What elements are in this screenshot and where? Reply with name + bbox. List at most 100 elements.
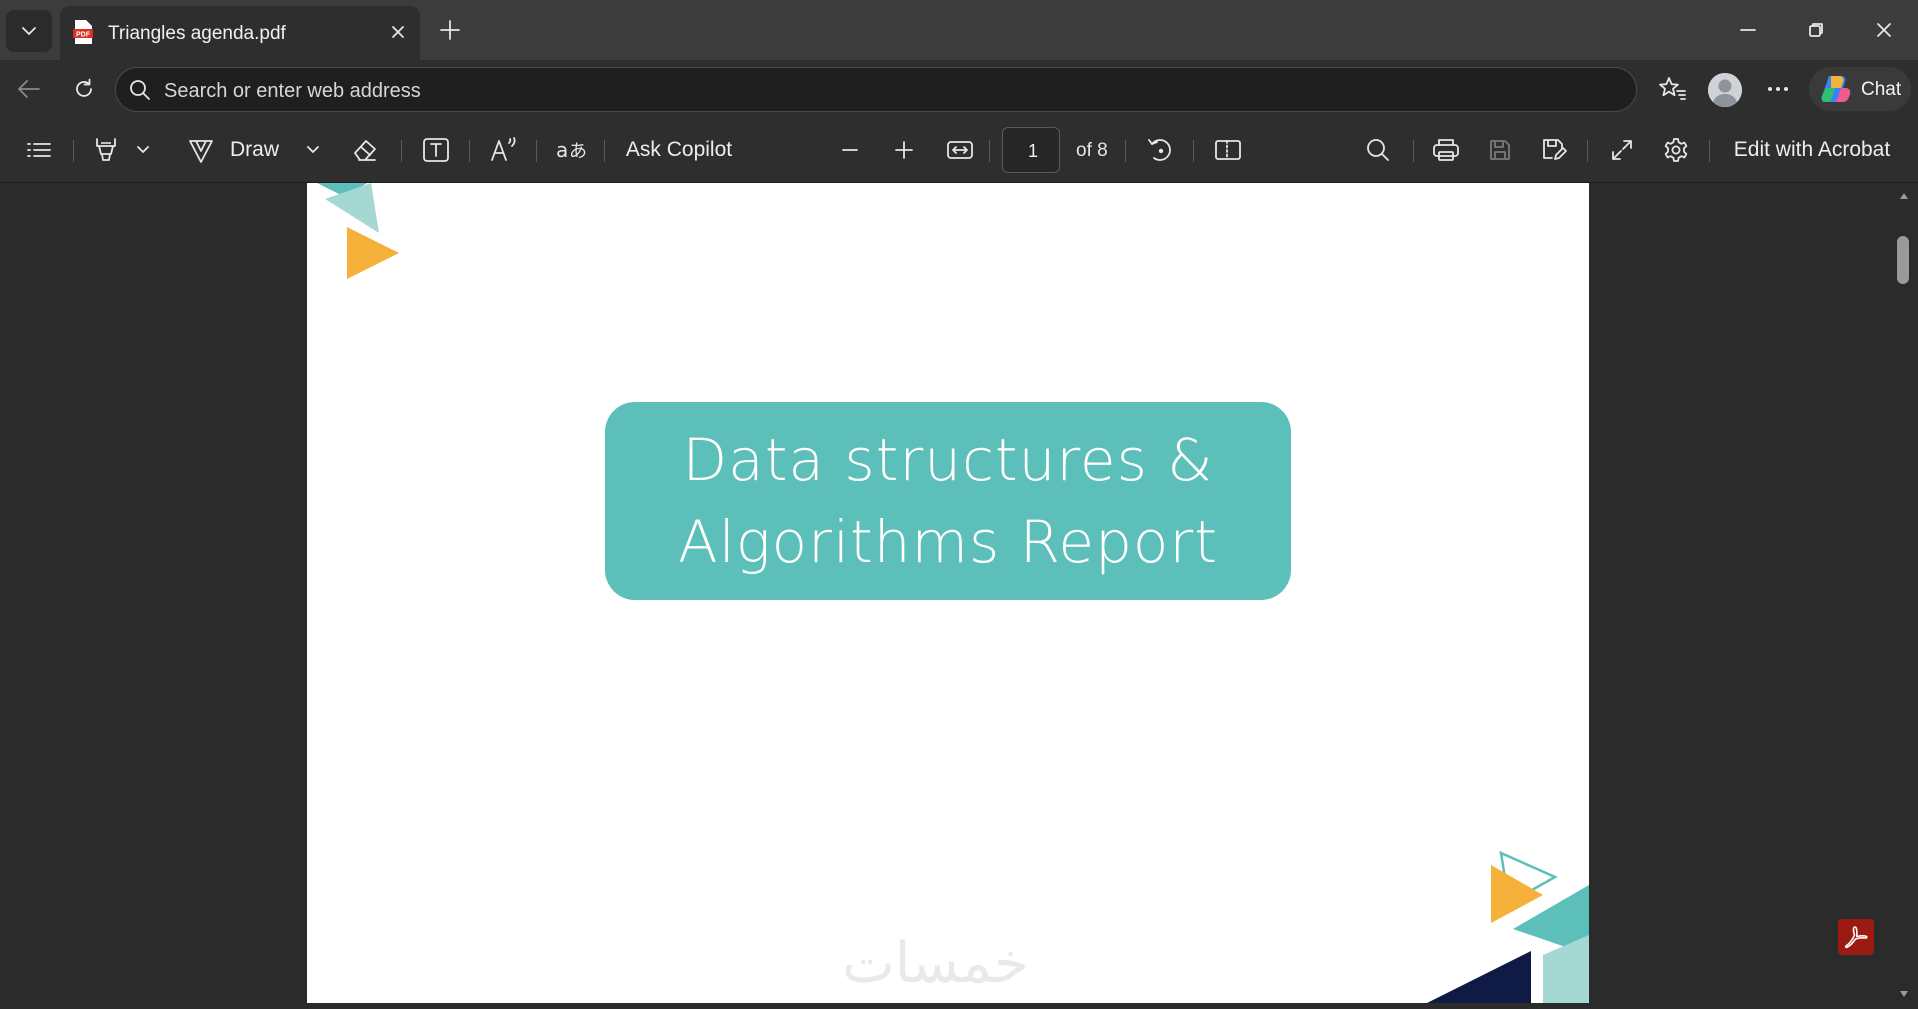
settings-more-button[interactable] <box>1758 71 1798 107</box>
full-screen-button[interactable] <box>1602 131 1642 169</box>
save-disk-icon <box>1490 140 1510 160</box>
zoom-out-button[interactable] <box>830 131 870 169</box>
svg-text:a: a <box>556 138 568 162</box>
highlighter-icon <box>96 138 116 161</box>
chevron-down-icon <box>22 27 36 35</box>
search-icon <box>128 78 152 102</box>
new-tab-button[interactable] <box>432 12 468 48</box>
chat-label: Chat <box>1861 79 1902 100</box>
toolbar-separator <box>1125 140 1126 162</box>
highlight-options-button[interactable] <box>128 131 158 169</box>
back-button[interactable] <box>9 71 49 107</box>
page-view-icon <box>1215 140 1241 160</box>
eraser-icon <box>354 140 376 161</box>
table-of-contents-icon <box>27 143 51 157</box>
draw-options-button[interactable] <box>298 131 328 169</box>
tab-title: Triangles agenda.pdf <box>108 23 286 44</box>
minimize-button[interactable] <box>1714 0 1782 60</box>
plus-icon <box>440 20 460 40</box>
contents-button[interactable] <box>20 131 58 169</box>
rotate-icon <box>1148 139 1171 161</box>
pdf-settings-button[interactable] <box>1656 131 1696 169</box>
close-icon <box>1877 23 1891 37</box>
expand-icon <box>1612 140 1632 160</box>
active-tab[interactable]: PDF Triangles agenda.pdf <box>60 6 420 60</box>
erase-button[interactable] <box>346 131 384 169</box>
minimize-icon <box>1740 29 1756 31</box>
read-aloud-button[interactable] <box>482 131 526 169</box>
pdf-file-icon: PDF <box>72 19 94 45</box>
copilot-icon <box>1821 76 1851 102</box>
user-avatar-icon <box>1708 73 1742 107</box>
svg-text:PDF: PDF <box>76 32 91 39</box>
plus-icon <box>895 141 913 159</box>
fit-to-width-button[interactable] <box>940 131 980 169</box>
translate-icon: a あ <box>556 138 587 162</box>
more-horizontal-icon <box>1768 87 1788 91</box>
read-aloud-icon <box>491 137 516 161</box>
page-view-button[interactable] <box>1206 131 1250 169</box>
ask-copilot-button[interactable]: Ask Copilot <box>619 131 739 169</box>
toolbar-separator <box>401 140 402 162</box>
title-box: Data structures & Algorithms Report <box>605 402 1291 600</box>
refresh-button[interactable] <box>64 71 104 107</box>
back-arrow-icon <box>18 80 40 98</box>
favorites-button[interactable] <box>1652 71 1692 107</box>
scrollbar-thumb[interactable] <box>1897 236 1909 284</box>
toolbar-separator <box>73 140 74 162</box>
toolbar-separator <box>536 140 537 162</box>
toolbar-separator <box>1193 140 1194 162</box>
print-button[interactable] <box>1426 131 1466 169</box>
toolbar-separator <box>1587 140 1588 162</box>
tab-strip: PDF Triangles agenda.pdf <box>0 0 1918 60</box>
decorative-triangles-top <box>317 183 399 279</box>
address-input[interactable] <box>162 74 1566 108</box>
document-title-line-2: Algorithms Report <box>678 508 1218 576</box>
translate-button[interactable]: a あ <box>549 131 593 169</box>
svg-text:あ: あ <box>569 141 587 162</box>
page-number-field[interactable] <box>1002 127 1063 174</box>
page-number-input[interactable] <box>1003 128 1063 174</box>
decorative-triangles-bottom <box>1427 850 1589 1003</box>
refresh-icon <box>76 78 92 97</box>
save-as-button[interactable] <box>1534 131 1574 169</box>
adobe-acrobat-icon <box>1844 926 1868 949</box>
scroll-down-arrow-icon[interactable] <box>1899 989 1909 999</box>
highlight-button[interactable] <box>86 131 126 169</box>
vertical-scrollbar[interactable] <box>1892 183 1916 1009</box>
restore-button[interactable] <box>1782 0 1850 60</box>
fit-width-icon <box>947 141 973 159</box>
address-bar[interactable] <box>115 67 1637 112</box>
printer-icon <box>1433 139 1459 161</box>
search-icon <box>1367 139 1389 161</box>
page-count: of 8 <box>1076 140 1108 161</box>
save-as-icon <box>1543 139 1567 160</box>
scroll-up-arrow-icon[interactable] <box>1899 191 1909 201</box>
toolbar-separator <box>989 140 990 162</box>
gear-icon <box>1664 138 1688 162</box>
save-button[interactable] <box>1480 131 1520 169</box>
restore-icon <box>1809 23 1823 37</box>
close-window-button[interactable] <box>1850 0 1918 60</box>
navigation-bar: Chat <box>0 60 1918 118</box>
ask-copilot-label: Ask Copilot <box>625 138 733 161</box>
find-button[interactable] <box>1358 131 1398 169</box>
close-tab-button[interactable] <box>386 20 410 44</box>
pdf-page: Data structures & Algorithms Report خمسا… <box>307 183 1589 1003</box>
copilot-chat-button[interactable]: Chat <box>1809 67 1911 111</box>
draw-label: Draw <box>230 138 280 161</box>
acrobat-button[interactable] <box>1838 919 1874 955</box>
tab-actions-button[interactable] <box>6 10 52 52</box>
zoom-in-button[interactable] <box>884 131 924 169</box>
rotate-button[interactable] <box>1140 131 1180 169</box>
profile-avatar[interactable] <box>1708 73 1742 107</box>
close-icon <box>392 26 404 38</box>
toolbar-separator <box>604 140 605 162</box>
toolbar-separator <box>1413 140 1414 162</box>
draw-button[interactable]: Draw <box>186 131 292 169</box>
text-box-icon <box>423 138 449 162</box>
edit-with-acrobat-label: Edit with Acrobat <box>1733 138 1891 161</box>
add-text-button[interactable] <box>414 131 458 169</box>
watermark-text: خمسات <box>842 931 1029 996</box>
edit-with-acrobat-button[interactable]: Edit with Acrobat <box>1727 131 1897 169</box>
